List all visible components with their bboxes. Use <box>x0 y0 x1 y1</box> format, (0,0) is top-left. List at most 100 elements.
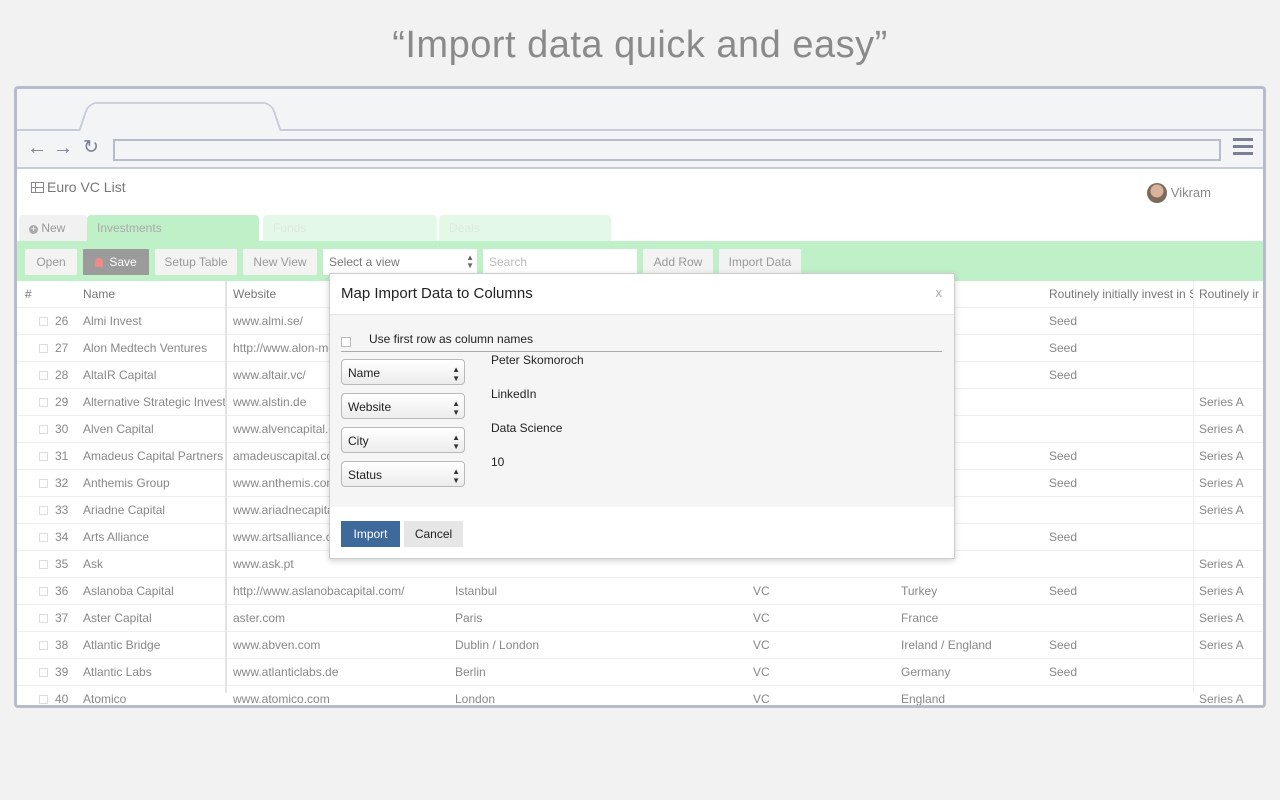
cell-website[interactable]: www.abven.com <box>233 632 443 658</box>
cell-name[interactable]: Atlantic Bridge <box>83 632 225 658</box>
cell-n[interactable]: 28 <box>55 362 75 388</box>
cell-type[interactable]: VC <box>753 659 893 685</box>
cell-seed[interactable]: Seed <box>1049 659 1189 685</box>
tab-funds[interactable]: Funds <box>263 215 437 241</box>
cell-website[interactable]: www.atlanticlabs.de <box>233 659 443 685</box>
cell-series[interactable]: Series A <box>1199 605 1263 631</box>
cell-series[interactable]: Series A <box>1199 443 1263 469</box>
tab-new[interactable]: + New <box>19 215 87 241</box>
first-row-checkbox[interactable] <box>341 337 351 347</box>
back-arrow-icon[interactable]: ← <box>27 137 47 159</box>
cell-country[interactable]: Turkey <box>901 578 1041 604</box>
row-checkbox[interactable] <box>39 560 48 569</box>
table-row[interactable]: 36 Aslanoba Capital http://www.aslanobacap… <box>17 578 1263 605</box>
cell-n[interactable]: 30 <box>55 416 75 442</box>
cell-n[interactable]: 37 <box>55 605 75 631</box>
row-checkbox[interactable] <box>39 506 48 515</box>
cell-name[interactable]: Alternative Strategic Investm <box>83 389 225 415</box>
cell-name[interactable]: Almi Invest <box>83 308 225 334</box>
table-row[interactable]: 39 Atlantic Labs www.atlanticlabs.de Berlin… <box>17 659 1263 686</box>
cell-type[interactable]: VC <box>753 686 893 705</box>
cell-series[interactable]: Series A <box>1199 578 1263 604</box>
browser-tab[interactable] <box>77 101 283 134</box>
cell-city[interactable]: London <box>455 686 595 705</box>
cell-series[interactable] <box>1199 308 1263 334</box>
row-checkbox[interactable] <box>39 344 48 353</box>
cell-country[interactable]: France <box>901 605 1041 631</box>
reload-icon[interactable]: ↻ <box>83 137 99 159</box>
cell-n[interactable]: 35 <box>55 551 75 577</box>
column-select[interactable]: Website ▲ ▼ <box>341 393 465 419</box>
cell-seed[interactable] <box>1049 686 1189 705</box>
column-divider[interactable] <box>225 281 227 693</box>
cell-name[interactable]: Alon Medtech Ventures <box>83 335 225 361</box>
cell-seed[interactable] <box>1049 551 1189 577</box>
cell-series[interactable]: Series A <box>1199 686 1263 705</box>
user-menu[interactable]: Vikram <box>1146 183 1211 203</box>
cell-seed[interactable]: Seed <box>1049 632 1189 658</box>
cell-n[interactable]: 31 <box>55 443 75 469</box>
cell-series[interactable]: Series A <box>1199 632 1263 658</box>
row-checkbox[interactable] <box>39 641 48 650</box>
hamburger-menu-icon[interactable] <box>1233 138 1253 159</box>
cell-seed[interactable] <box>1049 605 1189 631</box>
close-icon[interactable]: x <box>936 285 943 300</box>
cell-n[interactable]: 34 <box>55 524 75 550</box>
column-header[interactable]: Routinely initially invest in S <box>1049 281 1193 307</box>
setup-table-button[interactable]: Setup Table <box>155 249 237 275</box>
row-checkbox[interactable] <box>39 398 48 407</box>
cell-country[interactable]: Ireland / England <box>901 632 1041 658</box>
import-data-button[interactable]: Import Data <box>719 249 801 275</box>
search-input[interactable]: Search <box>483 249 637 275</box>
cell-name[interactable]: Ariadne Capital <box>83 497 225 523</box>
cell-series[interactable]: Series A <box>1199 416 1263 442</box>
row-checkbox[interactable] <box>39 587 48 596</box>
table-row[interactable]: 38 Atlantic Bridge www.abven.com Dublin / L… <box>17 632 1263 659</box>
cell-seed[interactable] <box>1049 416 1189 442</box>
row-checkbox[interactable] <box>39 317 48 326</box>
cell-name[interactable]: Aster Capital <box>83 605 225 631</box>
cell-n[interactable]: 33 <box>55 497 75 523</box>
cell-name[interactable]: Atomico <box>83 686 225 705</box>
add-row-button[interactable]: Add Row <box>643 249 713 275</box>
cell-series[interactable] <box>1199 524 1263 550</box>
cell-n[interactable]: 39 <box>55 659 75 685</box>
cell-city[interactable]: Berlin <box>455 659 595 685</box>
cell-seed[interactable]: Seed <box>1049 308 1189 334</box>
cell-n[interactable]: 32 <box>55 470 75 496</box>
cell-country[interactable]: England <box>901 686 1041 705</box>
column-header[interactable]: # <box>25 281 32 307</box>
cell-seed[interactable] <box>1049 497 1189 523</box>
cell-name[interactable]: Atlantic Labs <box>83 659 225 685</box>
table-row[interactable]: 40 Atomico www.atomico.com London VC England S… <box>17 686 1263 705</box>
cell-website[interactable]: http://www.aslanobacapital.com/ <box>233 578 443 604</box>
tab-deals[interactable]: Deals <box>439 215 611 241</box>
cell-name[interactable]: Amadeus Capital Partners <box>83 443 225 469</box>
cell-website[interactable]: aster.com <box>233 605 443 631</box>
cell-seed[interactable]: Seed <box>1049 524 1189 550</box>
row-checkbox[interactable] <box>39 614 48 623</box>
cell-city[interactable]: Paris <box>455 605 595 631</box>
row-checkbox[interactable] <box>39 533 48 542</box>
column-header[interactable]: Name <box>83 281 115 307</box>
cell-name[interactable]: Alven Capital <box>83 416 225 442</box>
row-checkbox[interactable] <box>39 479 48 488</box>
view-select[interactable]: Select a view ▲ ▼ <box>323 249 477 275</box>
cell-n[interactable]: 26 <box>55 308 75 334</box>
open-button[interactable]: Open <box>25 249 77 275</box>
cell-type[interactable]: VC <box>753 578 893 604</box>
column-header[interactable]: Routinely ir <box>1199 281 1263 307</box>
cell-n[interactable]: 38 <box>55 632 75 658</box>
cell-type[interactable]: VC <box>753 632 893 658</box>
new-view-button[interactable]: New View <box>243 249 317 275</box>
cell-series[interactable]: Series A <box>1199 497 1263 523</box>
cell-seed[interactable]: Seed <box>1049 470 1189 496</box>
cell-seed[interactable]: Seed <box>1049 578 1189 604</box>
cell-n[interactable]: 40 <box>55 686 75 705</box>
column-select[interactable]: Status ▲ ▼ <box>341 461 465 487</box>
cell-series[interactable]: Series A <box>1199 551 1263 577</box>
cell-name[interactable]: Ask <box>83 551 225 577</box>
address-bar[interactable] <box>113 139 1221 161</box>
row-checkbox[interactable] <box>39 425 48 434</box>
cell-website[interactable]: www.atomico.com <box>233 686 443 705</box>
